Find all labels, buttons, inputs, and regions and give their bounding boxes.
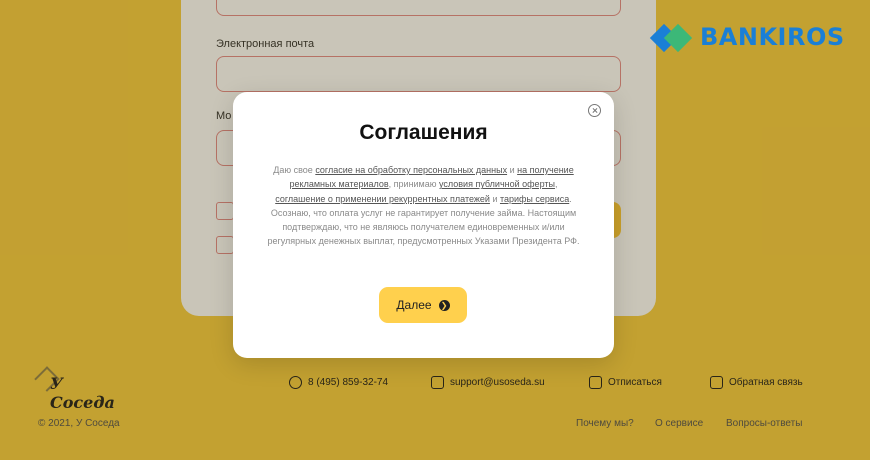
agreement-text: Даю свое согласие на обработку персональ… [266,163,581,249]
modal-title: Соглашения [359,121,488,144]
agreement-text-part: , принимаю [388,179,440,190]
agreement-text-part: и [489,193,500,204]
agreement-text-part: и [507,165,518,175]
bankiros-logo-icon [649,20,694,54]
agreement-text-part: , [554,179,558,190]
link-personal-data-consent[interactable]: согласие на обработку персональных данны… [315,165,507,175]
link-public-offer[interactable]: условия публичной оферты [439,179,555,189]
agreements-modal: Соглашения Даю свое согласие на обработк… [233,92,614,358]
bankiros-text: BANKIROS [700,23,845,51]
close-icon[interactable] [588,104,601,117]
bankiros-watermark: BANKIROS [649,20,845,54]
next-button-label: Далее [396,298,432,312]
link-service-tariffs[interactable]: тарифы сервиса [500,194,569,204]
link-recurring-payments[interactable]: соглашение о применении рекуррентных пла… [275,194,490,204]
arrow-right-icon: ❯ [438,299,450,311]
agreement-text-part: Даю свое [273,165,316,175]
next-button[interactable]: Далее ❯ [379,287,467,323]
